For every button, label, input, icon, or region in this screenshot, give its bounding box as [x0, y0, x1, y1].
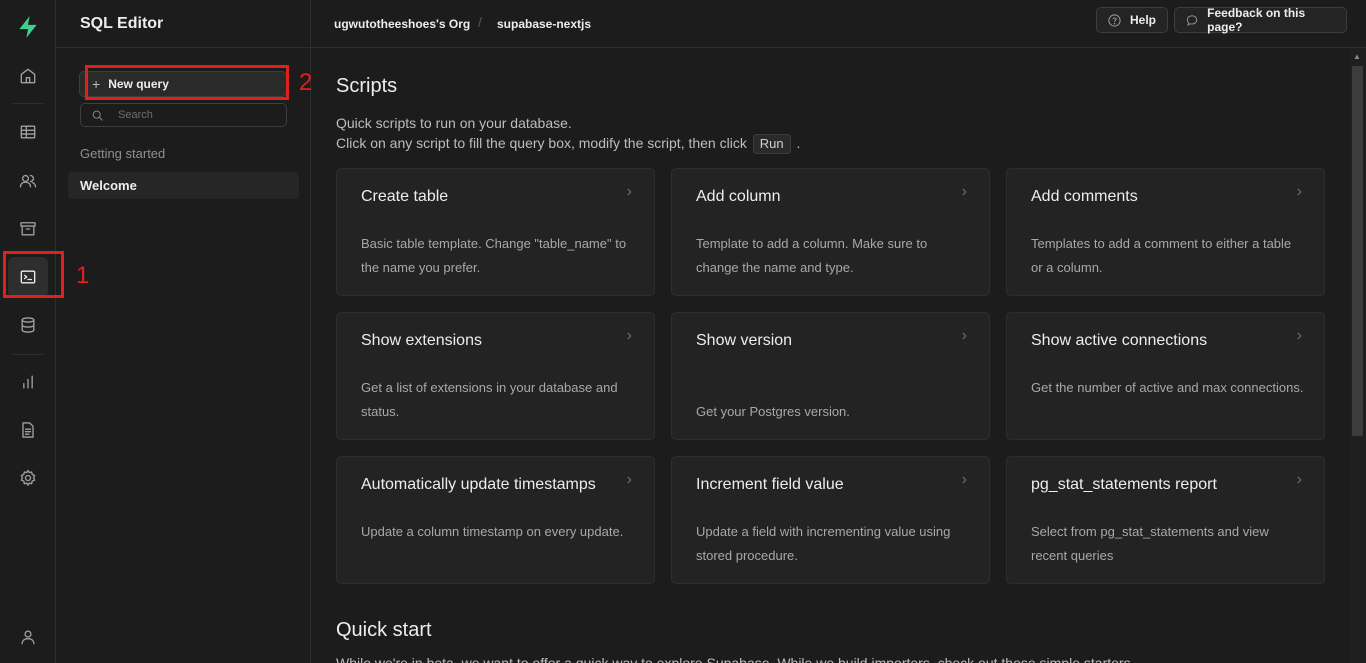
annotation-box-2 [85, 65, 289, 100]
run-keyword: Run [752, 134, 791, 154]
sidebar-item-welcome[interactable]: Welcome [68, 172, 299, 199]
scroll-thumb[interactable] [1352, 66, 1363, 436]
logs-icon[interactable] [8, 410, 48, 450]
scripts-description: Quick scripts to run on your database. C… [336, 113, 800, 154]
search-input[interactable] [118, 109, 278, 121]
script-card-add-comments[interactable]: Add comments › Templates to add a commen… [1006, 168, 1325, 296]
database-icon[interactable] [8, 305, 48, 345]
breadcrumb-separator: / [478, 14, 482, 30]
breadcrumb-project[interactable]: supabase-nextjs [497, 17, 591, 31]
sidebar-header: SQL Editor [56, 0, 311, 48]
card-title: Add comments [1031, 188, 1138, 205]
rail-divider [12, 354, 44, 355]
feedback-label: Feedback on this page? [1207, 6, 1306, 34]
help-label: Help [1130, 13, 1157, 27]
script-card-increment-field[interactable]: Increment field value › Update a field w… [671, 456, 990, 584]
scripts-description-line1: Quick scripts to run on your database. [336, 115, 572, 131]
chevron-right-icon: › [1296, 471, 1302, 488]
card-description: Templates to add a comment to either a t… [1031, 236, 1292, 275]
chevron-right-icon: › [961, 183, 967, 200]
card-description: Update a column timestamp on every updat… [361, 524, 624, 539]
card-title: Add column [696, 188, 781, 205]
rail-divider [12, 103, 44, 104]
annotation-marker-2: 2 [299, 69, 313, 96]
card-description: Update a field with incrementing value u… [696, 524, 951, 563]
top-bar: ugwutotheeshoes's Org / supabase-nextjs … [311, 0, 1366, 48]
main-content: Scripts Quick scripts to run on your dat… [311, 48, 1349, 663]
card-description: Get your Postgres version. [696, 404, 850, 419]
search-box[interactable] [80, 103, 287, 127]
chat-bubble-icon [1186, 14, 1198, 26]
scripts-description-line2: Click on any script to fill the query bo… [336, 133, 800, 154]
search-icon [92, 110, 103, 121]
card-title: Automatically update timestamps [361, 476, 596, 493]
card-description: Select from pg_stat_statements and view … [1031, 524, 1269, 563]
section-label: Getting started [80, 146, 166, 161]
chevron-right-icon: › [1296, 327, 1302, 344]
icon-rail [0, 0, 56, 663]
chevron-right-icon: › [626, 327, 632, 344]
card-title: Create table [361, 188, 449, 205]
reports-icon[interactable] [8, 362, 48, 402]
card-description: Template to add a column. Make sure to c… [696, 236, 928, 275]
description-period: . [796, 135, 801, 151]
annotation-marker-1: 1 [76, 262, 90, 289]
quick-start-heading: Quick start [336, 619, 432, 641]
script-card-update-timestamps[interactable]: Automatically update timestamps › Update… [336, 456, 655, 584]
script-card-pg-stat-statements[interactable]: pg_stat_statements report › Select from … [1006, 456, 1325, 584]
chevron-right-icon: › [626, 183, 632, 200]
users-icon[interactable] [8, 161, 48, 201]
main-scrollbar[interactable]: ▲ [1349, 48, 1366, 663]
chevron-right-icon: › [1296, 183, 1302, 200]
help-button[interactable]: Help [1096, 7, 1168, 33]
script-card-show-extensions[interactable]: Show extensions › Get a list of extensio… [336, 312, 655, 440]
chevron-right-icon: › [626, 471, 632, 488]
script-card-add-column[interactable]: Add column › Template to add a column. M… [671, 168, 990, 296]
settings-icon[interactable] [8, 458, 48, 498]
user-profile-icon[interactable] [8, 617, 48, 657]
chevron-right-icon: › [961, 327, 967, 344]
breadcrumb-org[interactable]: ugwutotheeshoes's Org [334, 17, 470, 31]
script-card-show-version[interactable]: Show version › Get your Postgres version… [671, 312, 990, 440]
card-description: Basic table template. Change "table_name… [361, 236, 627, 275]
card-title: Show version [696, 332, 793, 349]
supabase-logo-icon[interactable] [8, 7, 48, 47]
card-title: Increment field value [696, 476, 844, 493]
card-title: pg_stat_statements report [1031, 476, 1217, 493]
chevron-right-icon: › [961, 471, 967, 488]
card-title: Show active connections [1031, 332, 1208, 349]
quick-start-description: While we're in beta, we want to offer a … [336, 655, 1135, 663]
feedback-button[interactable]: Feedback on this page? [1174, 6, 1347, 34]
storage-icon[interactable] [8, 209, 48, 249]
script-card-show-active-connections[interactable]: Show active connections › Get the number… [1006, 312, 1325, 440]
table-editor-icon[interactable] [8, 112, 48, 152]
script-card-create-table[interactable]: Create table › Basic table template. Cha… [336, 168, 655, 296]
home-icon[interactable] [8, 56, 48, 96]
sidebar-title: SQL Editor [80, 15, 164, 32]
scripts-heading: Scripts [336, 75, 398, 97]
card-description: Get the number of active and max connect… [1031, 380, 1304, 395]
annotation-box-1 [3, 251, 64, 298]
help-icon [1108, 13, 1121, 27]
card-description: Get a list of extensions in your databas… [361, 380, 618, 419]
scroll-up-arrow-icon[interactable]: ▲ [1353, 52, 1361, 61]
description-text: Click on any script to fill the query bo… [336, 135, 747, 151]
card-title: Show extensions [361, 332, 482, 349]
